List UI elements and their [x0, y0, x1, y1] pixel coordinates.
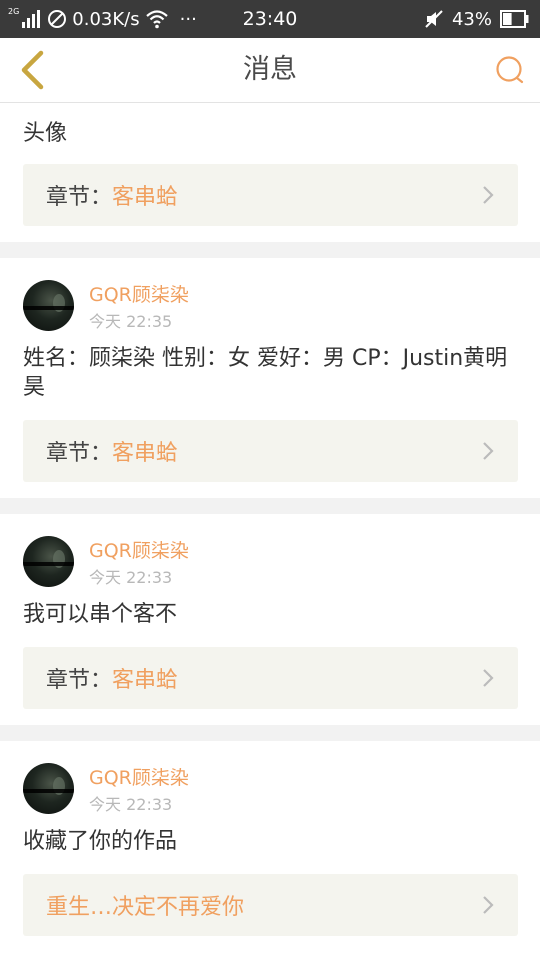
- network-type: 2G: [8, 7, 20, 16]
- message-card: GQR顾柒染 今天 22:35 姓名：顾柒染 性别：女 爱好：男 CP：Just…: [0, 258, 540, 498]
- chapter-link[interactable]: 章节： 客串蛤: [23, 647, 518, 709]
- message-text: 头像: [23, 121, 68, 146]
- search-button[interactable]: [490, 50, 530, 90]
- message-list: 头像 章节： 客串蛤 GQR顾柒染 今天 22:35 姓名：顾柒染 性别：女 爱…: [0, 103, 540, 952]
- chevron-right-icon: [483, 442, 494, 460]
- battery-percent: 43%: [451, 8, 492, 30]
- card-separator: [0, 725, 540, 741]
- page-title: 消息: [243, 54, 297, 85]
- avatar[interactable]: [23, 763, 74, 814]
- status-left: 2G 0.03K/s ···: [8, 0, 197, 38]
- chevron-right-icon: [483, 186, 494, 204]
- chapter-label: 章节：: [46, 668, 113, 693]
- timestamp: 今天 22:33: [89, 795, 173, 814]
- message-card: 头像 章节： 客串蛤: [0, 103, 540, 242]
- message-text: 我可以串个客不: [23, 602, 178, 627]
- no-sim-icon: [47, 9, 67, 29]
- top-nav-bar: 消息: [0, 38, 540, 103]
- back-button[interactable]: [10, 48, 54, 92]
- wifi-icon: [145, 9, 169, 29]
- chapter-link[interactable]: 章节： 客串蛤: [23, 164, 518, 226]
- work-title: 重生…决定不再爱你: [46, 895, 245, 920]
- chapter-name: 客串蛤: [112, 185, 179, 210]
- status-right: 43%: [424, 0, 530, 38]
- network-speed: 0.03K/s: [72, 8, 140, 30]
- back-arrow-icon: [21, 50, 44, 90]
- user-row[interactable]: GQR顾柒染 今天 22:33: [0, 514, 540, 600]
- battery-icon: [500, 10, 530, 28]
- chevron-right-icon: [483, 896, 494, 914]
- user-row[interactable]: GQR顾柒染 今天 22:33: [0, 741, 540, 827]
- message-card: GQR顾柒染 今天 22:33 收藏了你的作品 重生…决定不再爱你: [0, 741, 540, 952]
- message-text: 姓名：顾柒染 性别：女 爱好：男 CP：Justin黄明昊: [23, 346, 508, 400]
- chapter-name: 客串蛤: [112, 668, 179, 693]
- search-icon: [496, 56, 524, 84]
- timestamp: 今天 22:35: [89, 312, 173, 331]
- avatar[interactable]: [23, 280, 74, 331]
- chapter-name: 客串蛤: [112, 441, 179, 466]
- chapter-label: 章节：: [46, 185, 113, 210]
- chapter-link[interactable]: 章节： 客串蛤: [23, 420, 518, 482]
- chevron-right-icon: [483, 669, 494, 687]
- signal-icon: [22, 10, 42, 28]
- avatar[interactable]: [23, 536, 74, 587]
- card-separator: [0, 498, 540, 514]
- status-bar: 2G 0.03K/s ··· 23:40 43%: [0, 0, 540, 38]
- user-row[interactable]: GQR顾柒染 今天 22:35: [0, 258, 540, 344]
- message-card: GQR顾柒染 今天 22:33 我可以串个客不 章节： 客串蛤: [0, 514, 540, 725]
- mute-icon: [424, 9, 444, 29]
- timestamp: 今天 22:33: [89, 568, 173, 587]
- message-text: 收藏了你的作品: [23, 829, 178, 854]
- more-dots: ···: [179, 8, 197, 30]
- username[interactable]: GQR顾柒染: [89, 763, 189, 790]
- chapter-label: 章节：: [46, 441, 113, 466]
- username[interactable]: GQR顾柒染: [89, 536, 189, 563]
- work-link[interactable]: 重生…决定不再爱你: [23, 874, 518, 936]
- card-separator: [0, 242, 540, 258]
- username[interactable]: GQR顾柒染: [89, 280, 189, 307]
